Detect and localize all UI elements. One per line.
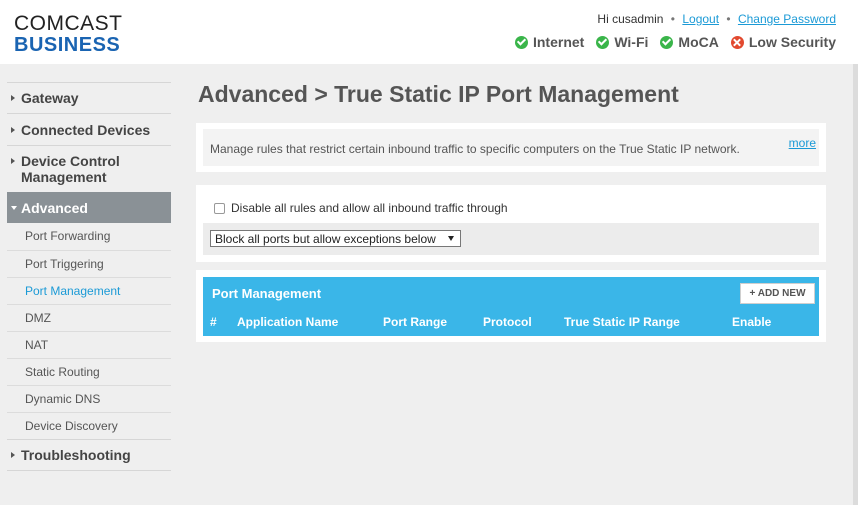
sidebar-subitem-nat[interactable]: NAT xyxy=(7,331,171,358)
more-link[interactable]: more xyxy=(789,136,816,150)
status-label: Wi-Fi xyxy=(614,34,649,50)
info-panel: Manage rules that restrict certain inbou… xyxy=(196,123,826,172)
sidebar-item-label: Device Control xyxy=(21,153,120,169)
change-password-link[interactable]: Change Password xyxy=(738,12,836,26)
sidebar-subitem-device-discovery[interactable]: Device Discovery xyxy=(7,412,171,439)
status-bar: Internet Wi-Fi MoCA Low Security xyxy=(514,34,836,50)
info-box: Manage rules that restrict certain inbou… xyxy=(203,129,819,166)
logo-line2: BUSINESS xyxy=(14,34,121,56)
port-management-title: Port Management xyxy=(212,286,322,301)
x-circle-icon xyxy=(730,35,744,49)
triangle-down-icon xyxy=(11,206,17,210)
sidebar-item-connected-devices[interactable]: Connected Devices xyxy=(7,113,171,145)
comcast-business-logo[interactable]: COMCAST BUSINESS xyxy=(14,13,123,55)
status-wifi[interactable]: Wi-Fi xyxy=(596,34,648,50)
sidebar-item-gateway[interactable]: Gateway xyxy=(7,82,171,113)
scrollbar[interactable] xyxy=(853,64,858,505)
sidebar-item-label: Advanced xyxy=(21,200,88,216)
status-label: MoCA xyxy=(678,34,719,50)
status-internet[interactable]: Internet xyxy=(514,34,585,50)
triangle-right-icon xyxy=(11,95,15,101)
column-header-number: # xyxy=(210,315,217,329)
header: COMCAST BUSINESS Hi cusadmin • Logout • … xyxy=(0,0,858,64)
sidebar-item-advanced[interactable]: Advanced xyxy=(7,192,171,223)
port-management-header: Port Management + ADD NEW # Application … xyxy=(203,277,819,336)
sidebar-subitem-port-management[interactable]: Port Management xyxy=(7,277,171,304)
column-header-protocol: Protocol xyxy=(483,315,532,329)
disable-rules-row: Disable all rules and allow all inbound … xyxy=(214,201,508,215)
separator-dot: • xyxy=(670,12,675,26)
sidebar-nav: Gateway Connected Devices Device Control… xyxy=(7,82,171,471)
add-new-button[interactable]: + ADD NEW xyxy=(740,283,815,304)
sidebar-subitem-dynamic-dns[interactable]: Dynamic DNS xyxy=(7,385,171,412)
sidebar-item-label: Connected Devices xyxy=(21,122,151,138)
column-header-static-ip-range: True Static IP Range xyxy=(564,315,680,329)
page-title: Advanced > True Static IP Port Managemen… xyxy=(198,81,679,107)
column-header-port-range: Port Range xyxy=(383,315,448,329)
sidebar-item-label: Troubleshooting xyxy=(21,447,131,463)
sidebar-item-troubleshooting[interactable]: Troubleshooting xyxy=(7,439,171,470)
triangle-right-icon xyxy=(11,127,15,133)
status-label: Low Security xyxy=(748,34,836,50)
sidebar-subitem-static-routing[interactable]: Static Routing xyxy=(7,358,171,385)
check-circle-icon xyxy=(514,35,528,49)
rule-select-band: Block all ports but allow exceptions bel… xyxy=(203,223,819,255)
triangle-right-icon xyxy=(11,158,15,164)
user-links: Hi cusadmin • Logout • Change Password xyxy=(597,12,836,26)
disable-rules-label: Disable all rules and allow all inbound … xyxy=(231,201,508,215)
info-text: Manage rules that restrict certain inbou… xyxy=(210,142,740,156)
sidebar-subitem-port-forwarding[interactable]: Port Forwarding xyxy=(7,223,171,250)
column-header-application-name: Application Name xyxy=(237,315,339,329)
rules-panel: Disable all rules and allow all inbound … xyxy=(196,185,826,262)
port-management-panel: Port Management + ADD NEW # Application … xyxy=(196,270,826,342)
column-header-enable: Enable xyxy=(732,315,772,329)
status-moca[interactable]: MoCA xyxy=(660,34,719,50)
rule-mode-select[interactable]: Block all ports but allow exceptions bel… xyxy=(210,230,461,247)
disable-rules-checkbox[interactable] xyxy=(214,202,225,214)
dropdown-arrow-icon xyxy=(448,236,454,241)
check-circle-icon xyxy=(596,35,610,49)
rule-mode-value: Block all ports but allow exceptions bel… xyxy=(215,232,436,246)
sidebar-subitem-dmz[interactable]: DMZ xyxy=(7,304,171,331)
triangle-right-icon xyxy=(11,452,15,458)
check-circle-icon xyxy=(660,35,674,49)
logo-line1: COMCAST xyxy=(14,12,123,35)
status-security[interactable]: Low Security xyxy=(730,34,836,50)
sidebar-item-device-control-management[interactable]: Device Control Management xyxy=(7,145,171,192)
status-label: Internet xyxy=(532,34,585,50)
sidebar-item-label: Management xyxy=(21,169,107,185)
greeting: Hi cusadmin xyxy=(597,12,664,26)
logout-link[interactable]: Logout xyxy=(682,12,719,26)
sidebar-item-label: Gateway xyxy=(21,90,79,106)
separator-dot: • xyxy=(726,12,731,26)
sidebar-subitem-port-triggering[interactable]: Port Triggering xyxy=(7,250,171,277)
